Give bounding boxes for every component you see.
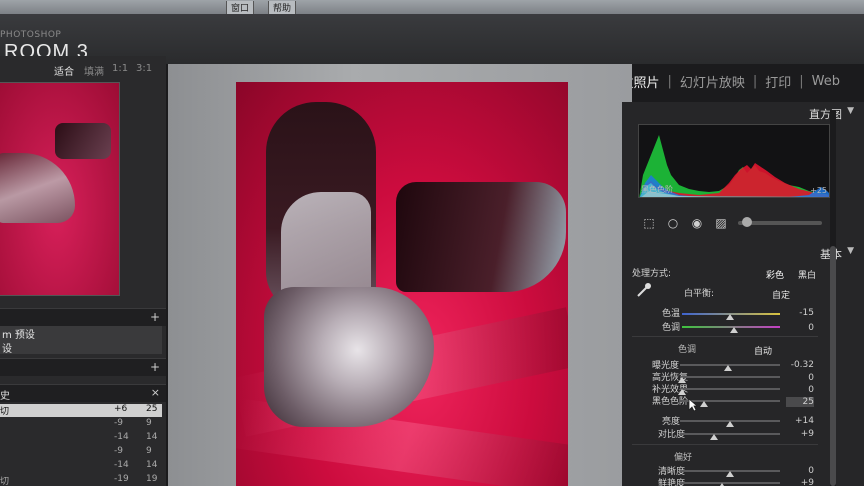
recovery-slider[interactable] xyxy=(680,376,780,378)
right-panel-scrollbar[interactable] xyxy=(830,110,836,486)
histogram-title: 直方图 xyxy=(809,108,842,121)
history-row[interactable]: 切 -19 19 xyxy=(0,474,162,486)
navigator-header: 适合 填满 1:1 3:1 xyxy=(0,58,166,78)
menu-help[interactable]: 帮助 xyxy=(268,1,297,14)
collapse-icon[interactable]: ▼ xyxy=(847,106,854,116)
exposure-value[interactable]: -0.32 xyxy=(786,360,814,370)
wb-dropdown[interactable]: 自定 xyxy=(772,288,790,301)
histogram-display: 黑色色阶 +25 xyxy=(638,124,830,198)
fill-slider[interactable] xyxy=(680,388,780,390)
history-row[interactable]: 切 +6 25 xyxy=(0,404,162,417)
history-row[interactable]: -14 14 xyxy=(0,432,162,445)
tool-strip: ⬚ ○ ◉ ▨ xyxy=(638,212,830,234)
module-print[interactable]: 打印 xyxy=(757,72,799,91)
close-icon[interactable]: × xyxy=(151,386,160,399)
vibrance-value[interactable]: +9 xyxy=(786,478,814,486)
recovery-value[interactable]: 0 xyxy=(786,373,814,383)
vibrance-slider[interactable] xyxy=(680,482,780,484)
presets-panel-header[interactable]: + xyxy=(0,308,166,326)
treatment-color-button[interactable]: 彩色 xyxy=(766,268,784,281)
module-slideshow[interactable]: 幻灯片放映 xyxy=(672,72,753,91)
basic-panel-header[interactable]: 基本 ▼ xyxy=(632,246,854,262)
snapshots-panel-header[interactable]: + xyxy=(0,358,166,376)
temp-label: 色温 xyxy=(662,309,681,319)
spot-removal-icon[interactable]: ○ xyxy=(666,216,680,230)
tone-auto-button[interactable]: 自动 xyxy=(754,344,772,357)
plus-icon[interactable]: + xyxy=(150,360,160,374)
plus-icon[interactable]: + xyxy=(150,310,160,324)
tone-label: 色调 xyxy=(678,345,697,355)
collapse-icon[interactable]: ▼ xyxy=(847,246,854,256)
history-panel-header[interactable]: 史 × xyxy=(0,384,166,402)
graduated-filter-icon[interactable]: ▨ xyxy=(714,216,728,230)
main-photo[interactable] xyxy=(236,82,568,486)
fill-value[interactable]: 0 xyxy=(786,385,814,395)
preset-item[interactable]: 设 xyxy=(0,340,162,355)
history-row[interactable]: -9 9 xyxy=(0,446,162,459)
presence-label: 偏好 xyxy=(674,453,693,463)
treatment-label: 处理方式: xyxy=(632,269,672,279)
app-subtitle: PHOTOSHOP xyxy=(0,30,62,40)
vibrance-label: 鲜艳度 xyxy=(658,479,686,486)
wb-label: 白平衡: xyxy=(684,289,715,299)
right-panel: 直方图 ▼ 黑色色阶 +25 ⬚ ○ ◉ ▨ 基本 ▼ 处理方式: 彩色 黑白 … xyxy=(622,102,864,486)
brush-slider[interactable] xyxy=(738,217,822,227)
menu-window[interactable]: 窗口 xyxy=(226,1,255,14)
crop-icon[interactable]: ⬚ xyxy=(642,216,656,230)
mouse-cursor-icon xyxy=(688,398,698,412)
zoom-1-1[interactable]: 1:1 xyxy=(112,63,128,74)
histogram-header[interactable]: 直方图 ▼ xyxy=(632,106,854,122)
history-title: 史 xyxy=(0,391,10,402)
tint-value[interactable]: 0 xyxy=(786,323,814,333)
zoom-fill[interactable]: 填满 xyxy=(84,63,104,78)
treatment-bw-button[interactable]: 黑白 xyxy=(798,268,816,281)
scrollbar-thumb[interactable] xyxy=(830,246,836,486)
left-panel: 适合 填满 1:1 3:1 + m 预设 设 + 史 × 切 +6 25 -9 … xyxy=(0,56,166,486)
temp-value[interactable]: -15 xyxy=(786,308,814,318)
histogram-label: 黑色色阶 xyxy=(641,185,673,194)
preset-item[interactable]: m 预设 xyxy=(0,326,162,341)
brightness-label: 亮度 xyxy=(662,417,681,427)
menu-bar: 窗口 帮助 xyxy=(0,0,864,14)
zoom-fit[interactable]: 适合 xyxy=(54,63,74,78)
contrast-slider[interactable] xyxy=(680,433,780,435)
brightness-value[interactable]: +14 xyxy=(786,416,814,426)
tint-label: 色调 xyxy=(662,323,681,333)
module-web[interactable]: Web xyxy=(804,74,848,89)
eyedropper-icon[interactable] xyxy=(636,282,652,298)
zoom-3-1[interactable]: 3:1 xyxy=(136,63,152,74)
blacks-value[interactable]: 25 xyxy=(786,397,814,407)
history-row[interactable]: -9 9 xyxy=(0,418,162,431)
navigator-thumbnail[interactable] xyxy=(0,82,120,296)
red-eye-icon[interactable]: ◉ xyxy=(690,216,704,230)
contrast-value[interactable]: +9 xyxy=(786,429,814,439)
clarity-value[interactable]: 0 xyxy=(786,466,814,476)
history-row[interactable]: -14 14 xyxy=(0,460,162,473)
histogram-value: +25 xyxy=(810,186,827,195)
